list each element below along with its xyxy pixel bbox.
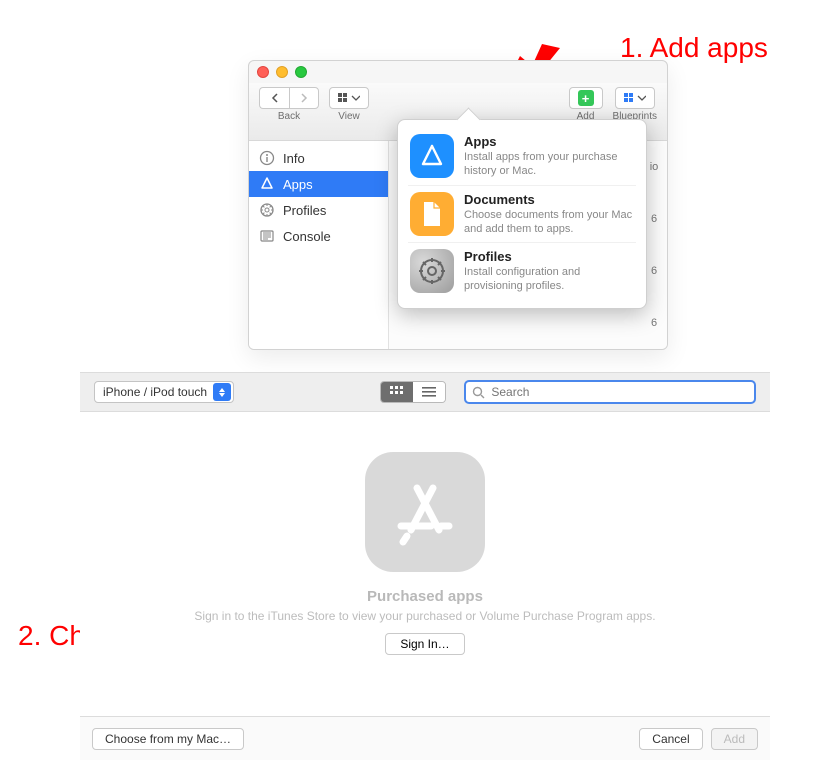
popover-item-apps[interactable]: Apps Install apps from your purchase his…	[408, 128, 636, 185]
sidebar-item-console[interactable]: Console	[249, 223, 388, 249]
forward-button[interactable]	[289, 87, 319, 109]
device-selector-label: iPhone / iPod touch	[103, 385, 207, 399]
sidebar-item-profiles[interactable]: Profiles	[249, 197, 388, 223]
sidebar-item-label: Profiles	[283, 203, 326, 218]
search-icon	[472, 386, 485, 399]
search-box[interactable]	[464, 380, 756, 404]
configurator-window: Back View + Add	[248, 60, 668, 350]
signin-button[interactable]: Sign In…	[385, 633, 464, 655]
action-bar: Choose from my Mac… Cancel Add	[80, 716, 770, 760]
mark: 6	[651, 213, 657, 225]
sidebar-item-info[interactable]: Info	[249, 145, 388, 171]
purchased-apps-subtext: Sign in to the iTunes Store to view your…	[194, 609, 655, 623]
sidebar: Info Apps Profiles Console	[249, 141, 389, 349]
blueprints-button[interactable]	[615, 87, 655, 109]
appstore-large-icon	[365, 452, 485, 572]
profiles-tile-icon	[410, 249, 454, 293]
list-view-button[interactable]	[413, 382, 445, 402]
list-icon	[422, 386, 436, 398]
sidebar-item-apps[interactable]: Apps	[249, 171, 388, 197]
minimize-button[interactable]	[276, 66, 288, 78]
device-selector[interactable]: iPhone / iPod touch	[94, 381, 234, 403]
titlebar	[249, 61, 667, 83]
blueprints-icon	[624, 92, 646, 104]
popover-item-title: Documents	[464, 192, 634, 207]
console-icon	[259, 228, 275, 244]
updown-icon	[213, 383, 231, 401]
grid-view-button[interactable]	[381, 382, 413, 402]
grid-dropdown-icon	[338, 92, 360, 104]
search-input[interactable]	[491, 385, 748, 399]
sidebar-item-label: Apps	[283, 177, 313, 192]
bottom-pane: Purchased apps Sign in to the iTunes Sto…	[80, 432, 770, 760]
add-button-bottom[interactable]: Add	[711, 728, 758, 750]
popover-item-profiles[interactable]: Profiles Install configuration and provi…	[408, 242, 636, 300]
back-button[interactable]	[259, 87, 289, 109]
filter-bar: iPhone / iPod touch	[80, 372, 770, 412]
add-button[interactable]: +	[569, 87, 603, 109]
zoom-button[interactable]	[295, 66, 307, 78]
documents-tile-icon	[410, 192, 454, 236]
main-right-column: io 6 6 6	[645, 141, 663, 349]
apps-tile-icon	[410, 134, 454, 178]
profiles-icon	[259, 202, 275, 218]
view-button[interactable]	[329, 87, 369, 109]
grid-icon	[390, 386, 404, 398]
popover-item-documents[interactable]: Documents Choose documents from your Mac…	[408, 185, 636, 243]
add-popover: Apps Install apps from your purchase his…	[397, 119, 647, 309]
popover-item-title: Profiles	[464, 249, 634, 264]
sidebar-item-label: Info	[283, 151, 305, 166]
popover-item-title: Apps	[464, 134, 634, 149]
purchased-apps-heading: Purchased apps	[367, 588, 483, 605]
info-icon	[259, 150, 275, 166]
plus-icon: +	[578, 90, 594, 106]
view-label: View	[338, 111, 360, 122]
view-segmented	[380, 381, 446, 403]
sidebar-item-label: Console	[283, 229, 331, 244]
mark: 6	[651, 317, 657, 329]
chevron-left-icon	[270, 93, 280, 103]
chevron-right-icon	[299, 93, 309, 103]
back-label: Back	[278, 111, 300, 122]
apps-icon	[259, 176, 275, 192]
choose-from-mac-button[interactable]: Choose from my Mac…	[92, 728, 244, 750]
close-button[interactable]	[257, 66, 269, 78]
mark: 6	[651, 265, 657, 277]
popover-item-desc: Install configuration and provisioning p…	[464, 265, 634, 294]
popover-item-desc: Choose documents from your Mac and add t…	[464, 208, 634, 237]
mark: io	[650, 161, 659, 173]
popover-item-desc: Install apps from your purchase history …	[464, 150, 634, 179]
cancel-button[interactable]: Cancel	[639, 728, 702, 750]
